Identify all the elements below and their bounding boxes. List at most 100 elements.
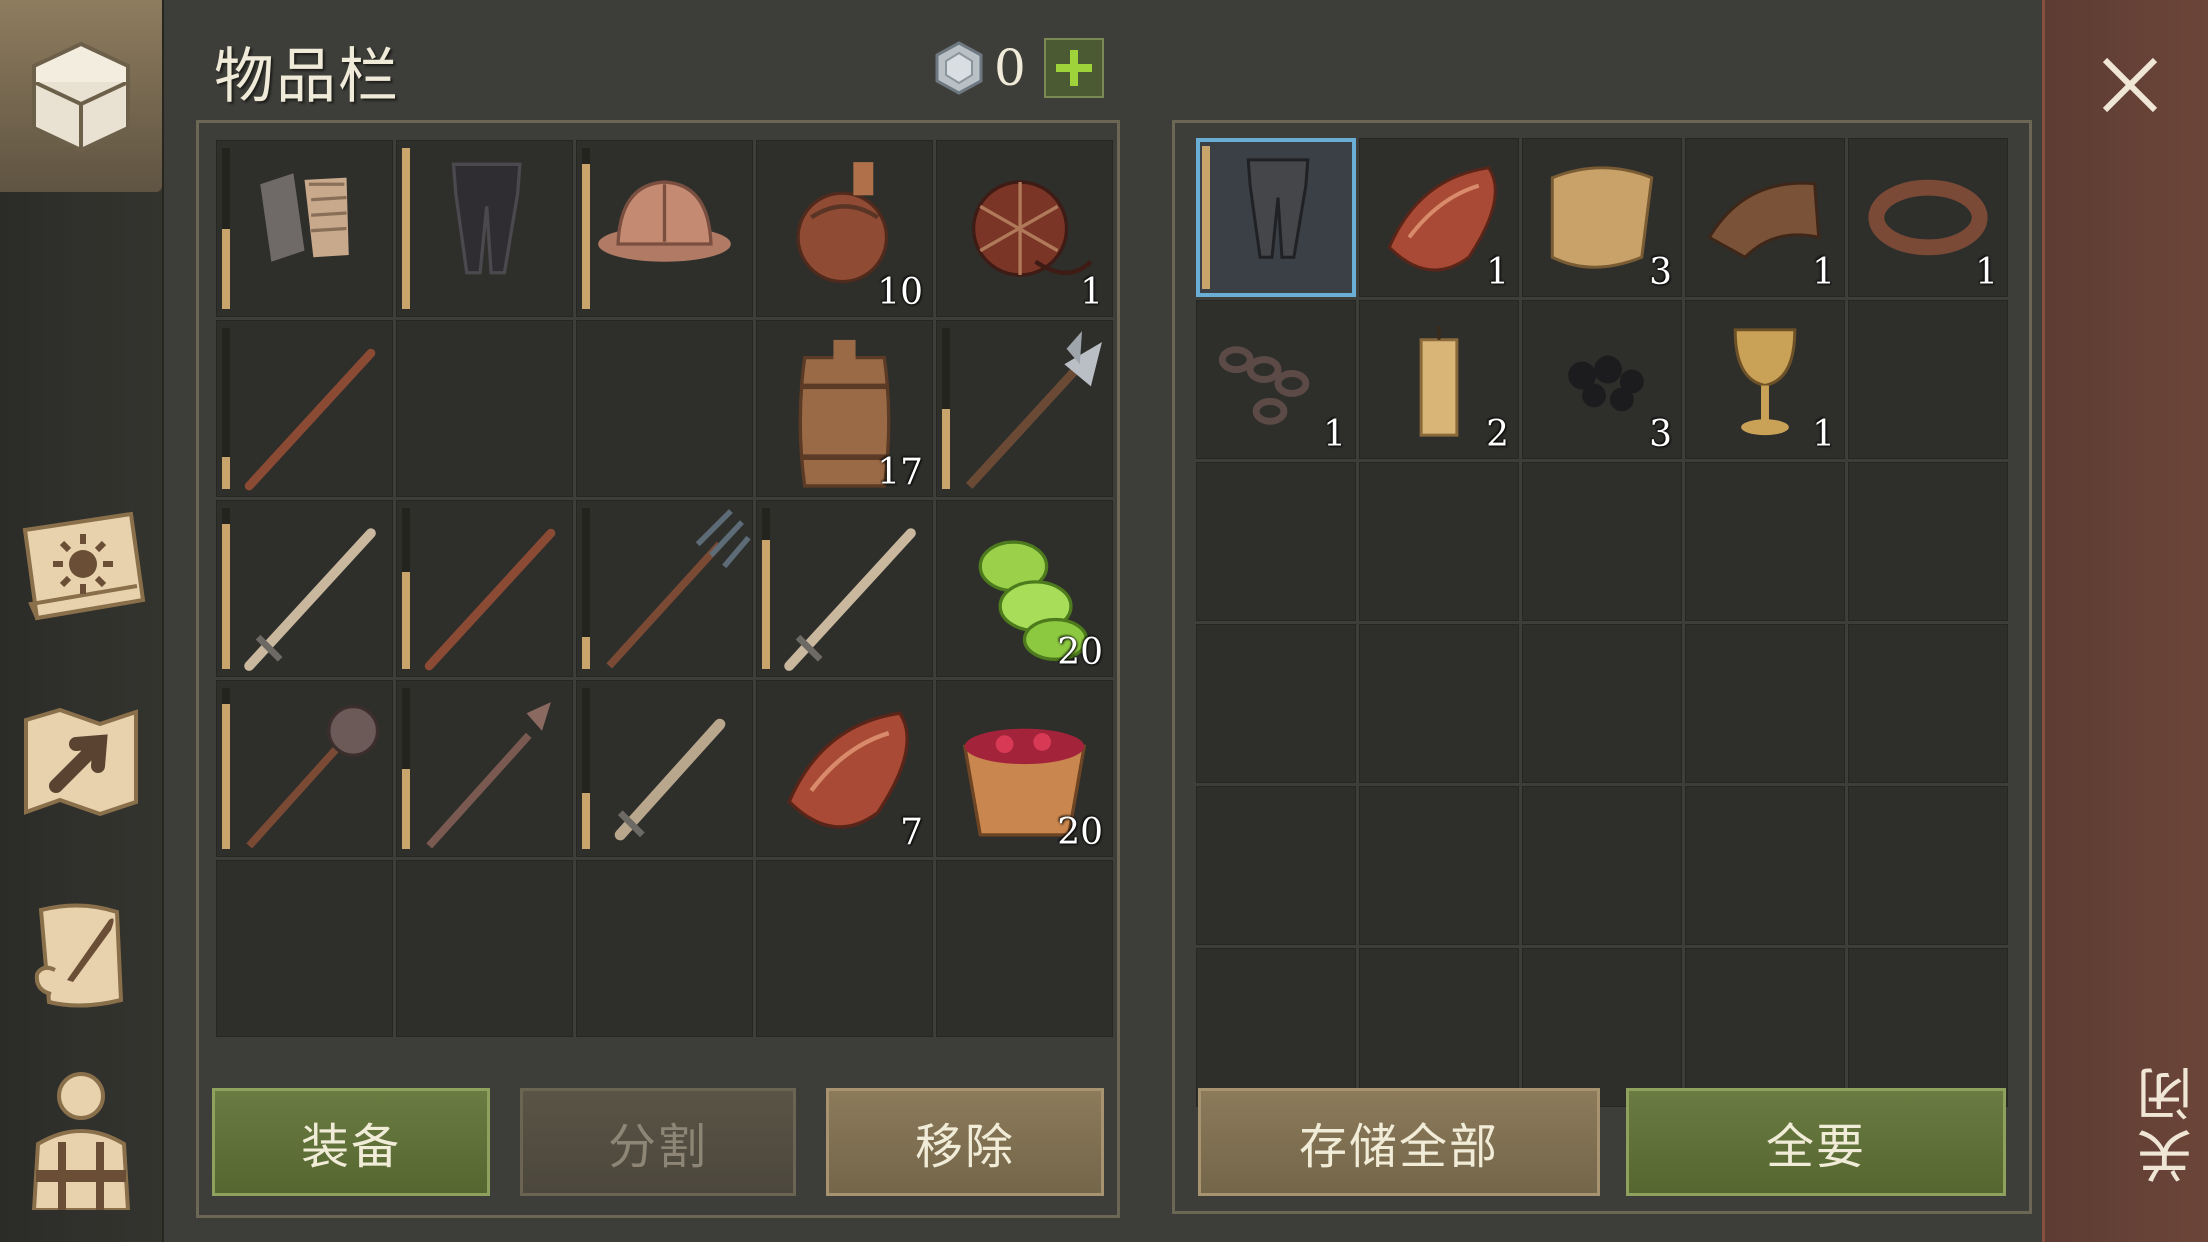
close-panel[interactable]: 关闭 <box>2042 0 2208 1242</box>
item-quantity: 1 <box>1812 414 1835 455</box>
empty-slot[interactable] <box>1196 948 1356 1107</box>
empty-slot[interactable] <box>1848 300 2008 459</box>
item-quantity: 2 <box>1486 414 1509 455</box>
empty-slot[interactable] <box>1359 462 1519 621</box>
inventory-slot[interactable]: 3 <box>1522 138 1682 297</box>
inventory-slot[interactable]: 2 <box>1359 300 1519 459</box>
sword-icon <box>784 528 916 671</box>
item-quantity: 1 <box>1812 252 1835 293</box>
inventory-slot[interactable] <box>396 140 573 317</box>
empty-slot[interactable] <box>576 860 753 1037</box>
empty-slot[interactable] <box>1522 948 1682 1107</box>
empty-slot[interactable] <box>1359 624 1519 783</box>
inventory-slot[interactable] <box>1196 138 1356 297</box>
inventory-grid: 10 1 17 20 7 20 <box>216 140 1113 1037</box>
inventory-slot[interactable]: 10 <box>756 140 933 317</box>
empty-slot[interactable] <box>1848 624 2008 783</box>
empty-slot[interactable] <box>396 320 573 497</box>
item-quantity: 7 <box>900 812 923 853</box>
inventory-slot[interactable]: 1 <box>1196 300 1356 459</box>
inventory-slot[interactable]: 20 <box>936 680 1113 857</box>
inventory-slot[interactable]: 1 <box>1685 300 1845 459</box>
equip-button[interactable]: 装备 <box>212 1088 490 1196</box>
item-quantity: 1 <box>1486 252 1509 293</box>
empty-slot[interactable] <box>756 860 933 1037</box>
durability-bar <box>942 328 950 489</box>
durability-bar <box>402 508 410 669</box>
durability-bar <box>222 508 230 669</box>
mace-icon <box>246 704 380 849</box>
durability-fill <box>582 636 590 669</box>
inventory-slot[interactable] <box>396 680 573 857</box>
item-quantity: 3 <box>1649 414 1672 455</box>
split-button[interactable]: 分割 <box>520 1088 796 1196</box>
inventory-slot[interactable] <box>936 320 1113 497</box>
durability-fill <box>222 524 230 669</box>
empty-slot[interactable] <box>396 860 573 1037</box>
durability-fill <box>762 540 770 669</box>
inventory-slot[interactable]: 3 <box>1522 300 1682 459</box>
inventory-slot[interactable] <box>576 140 753 317</box>
empty-slot[interactable] <box>1685 948 1845 1107</box>
storage-grid: 1 3 1 1 1 2 3 1 <box>1196 138 2008 1107</box>
durability-bar <box>222 148 230 309</box>
currency-value: 0 <box>994 39 1026 97</box>
take-all-button[interactable]: 全要 <box>1626 1088 2006 1196</box>
empty-slot[interactable] <box>1848 462 2008 621</box>
empty-slot[interactable] <box>1359 948 1519 1107</box>
inventory-slot[interactable]: 1 <box>936 140 1113 317</box>
sidebar-item-map[interactable] <box>6 686 156 836</box>
sidebar-item-journal[interactable] <box>6 490 156 640</box>
empty-slot[interactable] <box>1522 462 1682 621</box>
inventory-slot[interactable]: 20 <box>936 500 1113 677</box>
item-quantity: 1 <box>1323 414 1346 455</box>
scroll-quill-icon <box>34 903 124 1008</box>
close-label[interactable]: 关闭 <box>2129 1060 2208 1184</box>
sidebar-item-character[interactable] <box>6 1060 156 1210</box>
empty-slot[interactable] <box>1359 786 1519 945</box>
spear-mace-icon <box>426 702 551 849</box>
inventory-slot[interactable] <box>396 500 573 677</box>
sidebar-item-inventory[interactable] <box>6 20 156 170</box>
inventory-slot[interactable] <box>756 500 933 677</box>
durability-fill <box>582 164 590 309</box>
inventory-slot[interactable] <box>216 500 393 677</box>
close-icon[interactable] <box>2095 50 2165 120</box>
empty-slot[interactable] <box>1685 462 1845 621</box>
empty-slot[interactable] <box>216 860 393 1037</box>
inventory-slot[interactable] <box>216 140 393 317</box>
empty-slot[interactable] <box>1196 786 1356 945</box>
remove-button[interactable]: 移除 <box>826 1088 1104 1196</box>
sidebar-item-quests[interactable] <box>6 880 156 1030</box>
gloves-icon <box>260 173 349 262</box>
stick-icon <box>244 348 376 491</box>
durability-bar <box>762 508 770 669</box>
inventory-slot[interactable] <box>576 500 753 677</box>
durability-fill <box>222 228 230 309</box>
empty-slot[interactable] <box>1685 624 1845 783</box>
halberd-icon <box>965 331 1102 489</box>
empty-slot[interactable] <box>1522 624 1682 783</box>
inventory-slot[interactable]: 1 <box>1685 138 1845 297</box>
character-icon <box>31 1072 131 1210</box>
empty-slot[interactable] <box>1848 786 2008 945</box>
empty-slot[interactable] <box>1522 786 1682 945</box>
inventory-slot[interactable]: 1 <box>1848 138 2008 297</box>
empty-slot[interactable] <box>1196 624 1356 783</box>
inventory-slot[interactable]: 7 <box>756 680 933 857</box>
silver-coin-icon <box>935 41 983 95</box>
durability-fill <box>582 792 590 849</box>
inventory-slot[interactable] <box>576 680 753 857</box>
empty-slot[interactable] <box>1848 948 2008 1107</box>
inventory-slot[interactable]: 17 <box>756 320 933 497</box>
store-all-button[interactable]: 存储全部 <box>1198 1088 1600 1196</box>
empty-slot[interactable] <box>936 860 1113 1037</box>
item-quantity: 3 <box>1649 252 1672 293</box>
empty-slot[interactable] <box>1196 462 1356 621</box>
empty-slot[interactable] <box>576 320 753 497</box>
inventory-slot[interactable] <box>216 680 393 857</box>
empty-slot[interactable] <box>1685 786 1845 945</box>
inventory-slot[interactable]: 1 <box>1359 138 1519 297</box>
add-currency-button[interactable] <box>1044 38 1104 98</box>
inventory-slot[interactable] <box>216 320 393 497</box>
